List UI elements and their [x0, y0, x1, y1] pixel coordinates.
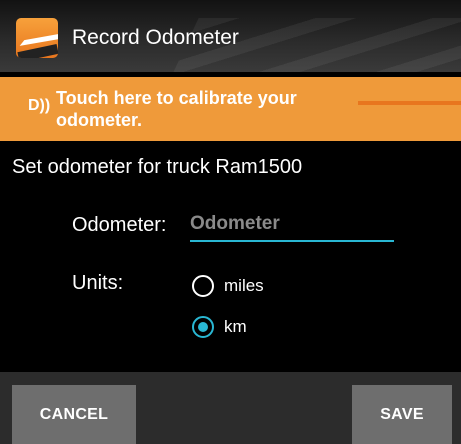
road-app-icon: [16, 18, 58, 58]
odometer-input[interactable]: [190, 208, 394, 242]
calibrate-banner-text: Touch here to calibrate your odometer.: [56, 88, 297, 130]
units-radio-km[interactable]: km: [192, 316, 247, 338]
calibrate-banner[interactable]: D)) Touch here to calibrate your odomete…: [0, 77, 461, 141]
cancel-button[interactable]: CANCEL: [12, 385, 136, 444]
save-button[interactable]: SAVE: [352, 385, 452, 444]
units-option-label: miles: [224, 276, 264, 295]
sound-wave-icon: D)): [28, 97, 51, 114]
odometer-label: Odometer:: [72, 214, 167, 236]
units-option-label: km: [224, 317, 247, 336]
units-radio-miles[interactable]: miles: [192, 275, 264, 297]
page-title: Record Odometer: [72, 26, 239, 49]
radio-button-icon[interactable]: [192, 275, 214, 297]
button-bar: CANCEL SAVE: [0, 372, 461, 444]
units-label: Units:: [72, 272, 124, 294]
title-bar: Record Odometer: [0, 0, 461, 72]
banner-accent-bar: [358, 101, 461, 105]
form-heading: Set odometer for truck Ram1500: [12, 156, 303, 178]
radio-button-checked-icon[interactable]: [192, 316, 214, 338]
